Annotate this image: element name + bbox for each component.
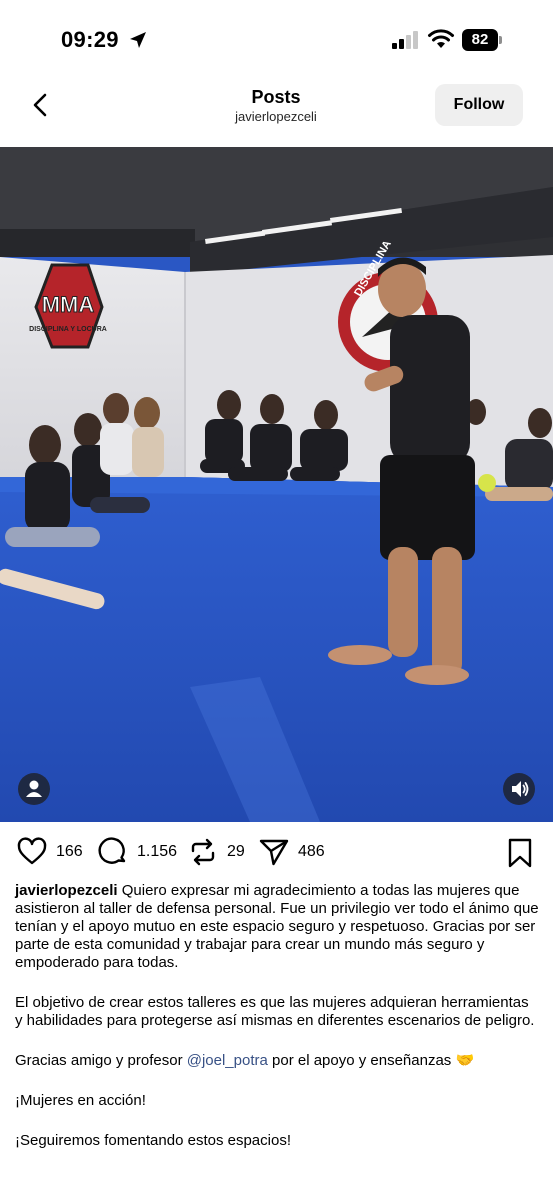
post-header: Posts javierlopezceli Follow bbox=[0, 80, 553, 145]
caption-text-3b: por el apoyo y enseñanzas 🤝 bbox=[267, 1052, 475, 1069]
back-chevron-icon[interactable] bbox=[28, 92, 54, 118]
wifi-icon bbox=[428, 29, 454, 48]
gym-logo-text: MMA bbox=[42, 292, 95, 317]
bookmark-icon[interactable] bbox=[506, 838, 534, 868]
mention-link[interactable]: @joel_potra bbox=[187, 1052, 268, 1069]
tag-people-button[interactable] bbox=[18, 773, 50, 805]
caption-paragraph: ¡Seguiremos fomentando estos espacios! bbox=[15, 1132, 291, 1149]
page-title: Posts bbox=[251, 87, 301, 107]
gym-scene-image: MMA DISCIPLINA Y LOCURA DISCIPLINA bbox=[0, 147, 553, 822]
caption-text-3a: Gracias amigo y profesor bbox=[15, 1052, 187, 1069]
gym-logo-subtext: DISCIPLINA Y LOCURA bbox=[29, 326, 107, 333]
comment-count: 1.156 bbox=[137, 843, 178, 860]
caption-paragraph: Gracias amigo y profesor @joel_potra por… bbox=[15, 1052, 540, 1070]
heart-icon[interactable] bbox=[16, 836, 48, 868]
share-action[interactable]: 486 bbox=[258, 835, 325, 869]
sound-toggle-button[interactable] bbox=[503, 773, 535, 805]
battery-level: 82 bbox=[462, 29, 498, 51]
share-count: 486 bbox=[298, 843, 325, 860]
share-icon[interactable] bbox=[258, 836, 290, 868]
like-count: 166 bbox=[56, 843, 83, 860]
comment-icon[interactable] bbox=[97, 836, 129, 868]
person-tag-icon bbox=[26, 780, 42, 797]
repost-count: 29 bbox=[227, 843, 245, 860]
signal-icon bbox=[392, 31, 418, 49]
repost-icon[interactable] bbox=[187, 836, 219, 868]
like-action[interactable]: 166 bbox=[16, 835, 83, 869]
header-title-group: Posts javierlopezceli bbox=[176, 86, 376, 126]
repost-action[interactable]: 29 bbox=[187, 835, 245, 869]
battery-icon: 82 bbox=[462, 29, 502, 51]
header-username[interactable]: javierlopezceli bbox=[176, 108, 376, 126]
caption-paragraph: El objetivo de crear estos talleres es q… bbox=[15, 994, 535, 1029]
location-arrow-icon bbox=[130, 32, 146, 48]
status-bar: 09:29 82 bbox=[0, 0, 553, 80]
status-time: 09:29 bbox=[61, 27, 119, 52]
speaker-icon bbox=[512, 781, 529, 797]
caption-username[interactable]: javierlopezceli bbox=[15, 882, 118, 899]
caption-paragraph: ¡Mujeres en acción! bbox=[15, 1092, 146, 1109]
post-actions: 166 1.156 29 486 bbox=[0, 835, 553, 871]
follow-button[interactable]: Follow bbox=[435, 84, 523, 126]
comment-action[interactable]: 1.156 bbox=[97, 835, 177, 869]
caption-paragraph: javierlopezceli Quiero expresar mi agrad… bbox=[15, 882, 540, 972]
post-caption: javierlopezceli Quiero expresar mi agrad… bbox=[15, 882, 540, 1172]
post-photo[interactable]: MMA DISCIPLINA Y LOCURA DISCIPLINA bbox=[0, 147, 553, 822]
